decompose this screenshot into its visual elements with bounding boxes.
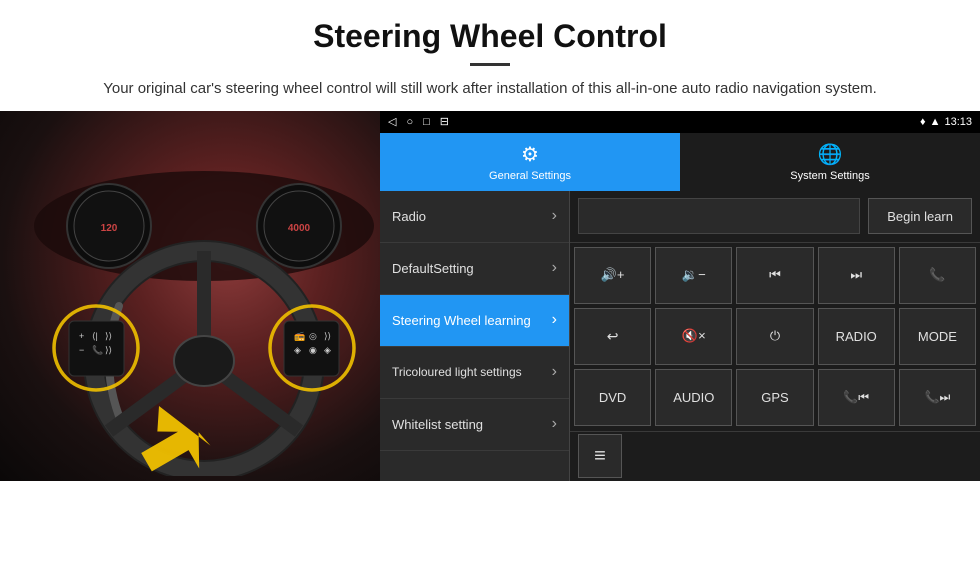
button-row-2: ↩ 🔇× ⏻ RADIO MODE [574,308,976,365]
phone-next-button[interactable]: 📞⏭ [899,369,976,426]
chevron-right-icon: › [552,311,557,329]
clock: 13:13 [944,116,972,128]
begin-learn-empty-field [578,198,860,234]
phone-icon: 📞 [929,267,945,283]
chevron-right-icon: › [552,259,557,277]
menu-item-default-label: DefaultSetting [392,261,552,276]
svg-text:📻: 📻 [294,331,305,341]
tab-system-label: System Settings [790,170,869,182]
chevron-right-icon: › [552,415,557,433]
menu-item-whitelist[interactable]: Whitelist setting › [380,399,569,451]
next-track-button[interactable]: ⏭ [818,247,895,304]
button-row-3: DVD AUDIO GPS 📞⏮ 📞⏭ [574,369,976,426]
svg-text:◈: ◈ [294,345,301,355]
radio-button[interactable]: RADIO [818,308,895,365]
svg-text:⟩⟩: ⟩⟩ [105,331,112,341]
menu-item-tricolour[interactable]: Tricoloured light settings › [380,347,569,399]
mute-button[interactable]: 🔇× [655,308,732,365]
menu-list: Radio › DefaultSetting › Steering Wheel … [380,191,980,481]
power-button[interactable]: ⏻ [736,308,813,365]
audio-button[interactable]: AUDIO [655,369,732,426]
phone-answer-button[interactable]: 📞 [899,247,976,304]
svg-text:◎: ◎ [309,331,317,341]
phone-prev-icon: 📞⏮ [843,390,869,405]
menu-item-default-setting[interactable]: DefaultSetting › [380,243,569,295]
tab-general-settings[interactable]: ⚙ General Settings [380,133,680,191]
prev-track-button[interactable]: ⏮ [736,247,813,304]
nav-back-icon[interactable]: ◁ [388,115,396,128]
svg-text:4000: 4000 [288,223,311,234]
svg-text:◉: ◉ [309,345,317,355]
gps-button[interactable]: GPS [736,369,813,426]
chevron-right-icon: › [552,207,557,225]
begin-learn-button[interactable]: Begin learn [868,198,972,234]
page-header: Steering Wheel Control Your original car… [0,0,980,111]
page-title: Steering Wheel Control [60,18,920,55]
svg-text:📞: 📞 [92,344,104,355]
tab-system-settings[interactable]: 🌐 System Settings [680,133,980,191]
volume-down-icon: 🔉− [682,267,706,283]
mute-icon: 🔇× [682,328,706,344]
tab-bar: ⚙ General Settings 🌐 System Settings [380,133,980,191]
whitelist-icon-row: ≡ [570,431,980,481]
menu-items-panel: Radio › DefaultSetting › Steering Wheel … [380,191,570,481]
menu-item-whitelist-label: Whitelist setting [392,417,552,432]
whitelist-icon-button[interactable]: ≡ [578,434,622,478]
signal-icon: ▲ [930,116,941,128]
tab-general-label: General Settings [489,170,571,182]
svg-text:◈: ◈ [324,345,331,355]
status-bar: ◁ ○ □ ⊟ ♦ ▲ 13:13 [380,111,980,133]
menu-item-radio-label: Radio [392,209,552,224]
chevron-right-icon: › [552,363,557,381]
car-image-panel: 120 4000 + − ⟨| [0,111,380,481]
wifi-icon: ♦ [920,116,926,128]
menu-item-steering-wheel[interactable]: Steering Wheel learning › [380,295,569,347]
menu-item-tricolour-label: Tricoloured light settings [392,365,552,379]
system-globe-icon: 🌐 [818,142,843,167]
svg-text:120: 120 [101,223,118,234]
phone-next-icon: 📞⏭ [925,390,951,405]
svg-text:⟩⟩: ⟩⟩ [105,345,112,355]
dvd-button[interactable]: DVD [574,369,651,426]
steering-wheel-bg: 120 4000 + − ⟨| [0,111,380,481]
nav-home-icon[interactable]: ○ [406,116,413,128]
menu-item-steering-label: Steering Wheel learning [392,313,552,328]
prev-track-icon: ⏮ [769,267,781,283]
title-divider [470,63,510,66]
status-bar-nav: ◁ ○ □ ⊟ [388,115,449,128]
mode-label: MODE [918,329,957,344]
nav-recent-icon[interactable]: □ [423,116,430,128]
svg-text:−: − [79,345,84,355]
volume-down-button[interactable]: 🔉− [655,247,732,304]
page-subtitle: Your original car's steering wheel contr… [60,78,920,101]
list-icon: ≡ [594,445,606,468]
audio-label: AUDIO [673,390,714,405]
svg-text:⟩⟩: ⟩⟩ [324,331,331,341]
dvd-label: DVD [599,390,626,405]
right-content-panel: Begin learn 🔊+ 🔉− ⏮ [570,191,980,481]
button-row-1: 🔊+ 🔉− ⏮ ⏭ 📞 [574,247,976,304]
android-panel: ◁ ○ □ ⊟ ♦ ▲ 13:13 ⚙ General Settings 🌐 S… [380,111,980,481]
mode-button[interactable]: MODE [899,308,976,365]
gps-label: GPS [761,390,788,405]
hang-up-icon: ↩ [607,328,619,345]
phone-prev-button[interactable]: 📞⏮ [818,369,895,426]
svg-text:⟨|: ⟨| [92,331,98,341]
svg-text:+: + [79,331,84,341]
nav-cast-icon[interactable]: ⊟ [440,115,449,128]
volume-up-icon: 🔊+ [601,267,625,283]
power-icon: ⏻ [770,328,780,344]
menu-item-radio[interactable]: Radio › [380,191,569,243]
status-bar-right: ♦ ▲ 13:13 [920,116,972,128]
volume-up-button[interactable]: 🔊+ [574,247,651,304]
content-area: 120 4000 + − ⟨| [0,111,980,481]
radio-label: RADIO [836,329,877,344]
next-track-icon: ⏭ [850,267,862,283]
control-button-grid: 🔊+ 🔉− ⏮ ⏭ 📞 [570,243,980,431]
begin-learn-row: Begin learn [570,191,980,243]
hang-up-button[interactable]: ↩ [574,308,651,365]
settings-gear-icon: ⚙ [521,142,539,167]
